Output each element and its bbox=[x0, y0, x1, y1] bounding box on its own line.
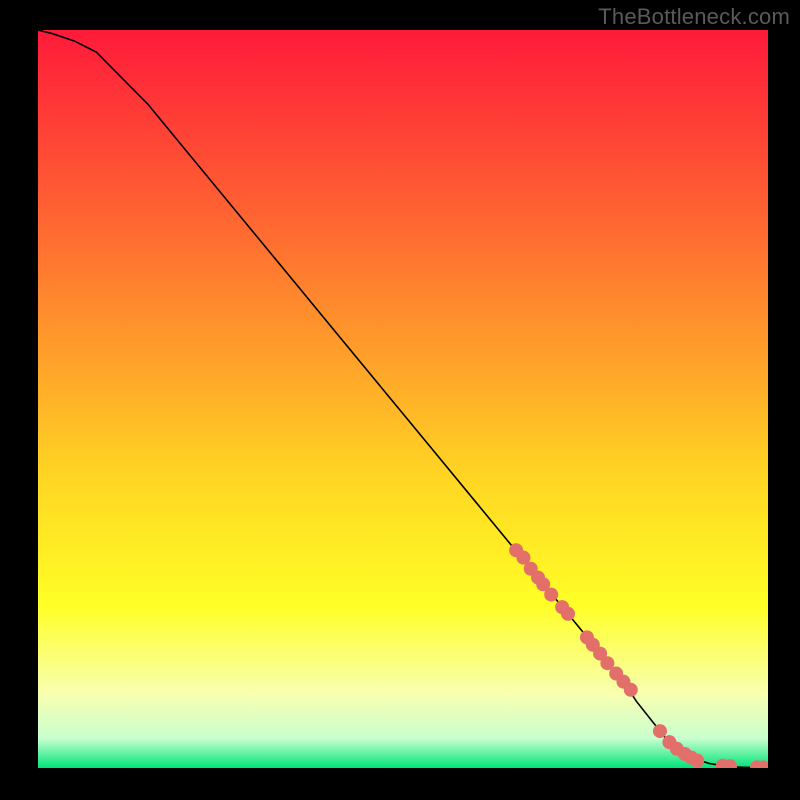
scatter-point bbox=[544, 588, 558, 602]
scatter-point bbox=[624, 683, 638, 697]
scatter-point bbox=[653, 724, 667, 738]
scatter-point bbox=[690, 754, 704, 768]
chart-container: TheBottleneck.com bbox=[0, 0, 800, 800]
plot-svg bbox=[38, 30, 768, 768]
watermark-label: TheBottleneck.com bbox=[598, 4, 790, 30]
gradient-background bbox=[38, 30, 768, 768]
plot-area bbox=[38, 30, 768, 768]
scatter-point bbox=[561, 607, 575, 621]
